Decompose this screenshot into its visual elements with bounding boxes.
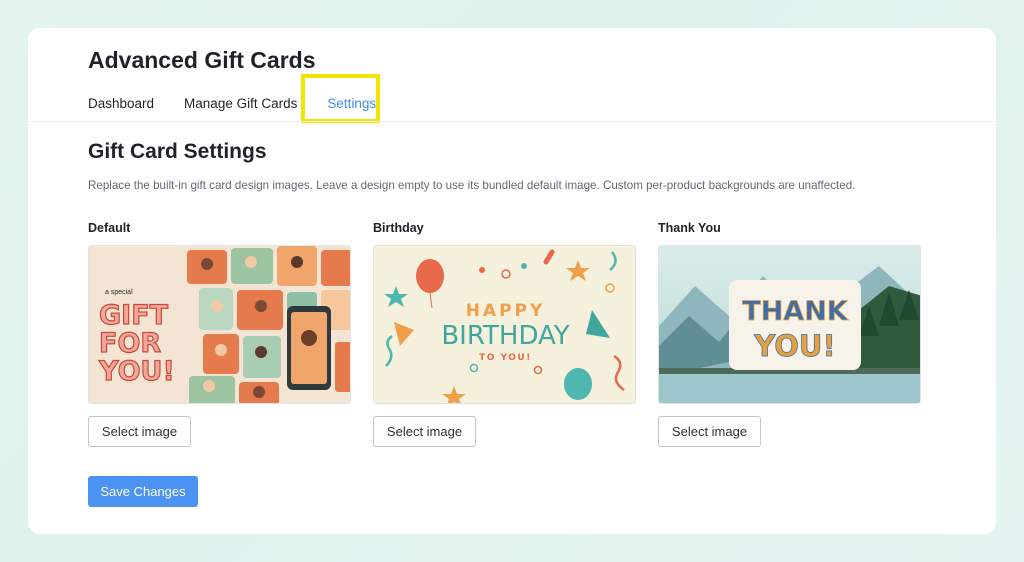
thank-you-design-preview: THANK YOU!	[658, 245, 921, 404]
default-art-line4: YOU!	[98, 356, 175, 387]
select-image-button[interactable]: Select image	[88, 416, 191, 447]
section-description: Replace the built-in gift card design im…	[88, 179, 856, 192]
settings-panel: Advanced Gift Cards Dashboard Manage Gif…	[28, 28, 996, 534]
section-title: Gift Card Settings	[88, 140, 267, 163]
design-birthday: Birthday HAPPY BIRTHDAY TO YOU! Select i…	[373, 221, 636, 447]
default-design-preview: a special GIFT FOR YOU!	[88, 245, 351, 404]
save-changes-button[interactable]: Save Changes	[88, 476, 198, 507]
birthday-art-line3: TO YOU!	[479, 353, 532, 363]
design-label: Birthday	[373, 221, 424, 235]
default-art-line2: GIFT	[99, 300, 169, 331]
app-title: Advanced Gift Cards	[88, 47, 316, 73]
design-label: Thank You	[658, 221, 721, 235]
select-image-button[interactable]: Select image	[658, 416, 761, 447]
thank-you-art-line2: YOU!	[753, 329, 835, 363]
design-thank-you: Thank You THANK YOU! Select image	[658, 221, 921, 447]
tab-dashboard[interactable]: Dashboard	[88, 88, 154, 120]
birthday-art-line1: HAPPY	[466, 301, 546, 321]
thank-you-art-line1: THANK	[742, 296, 849, 327]
birthday-design-preview: HAPPY BIRTHDAY TO YOU!	[373, 245, 636, 404]
design-label: Default	[88, 221, 131, 235]
default-art-line1: a special	[105, 289, 133, 296]
default-art-line3: FOR	[99, 328, 161, 359]
settings-tab-highlight	[301, 74, 380, 123]
birthday-art-line2: BIRTHDAY	[441, 321, 569, 351]
tab-manage-gift-cards[interactable]: Manage Gift Cards	[184, 88, 297, 120]
select-image-button[interactable]: Select image	[373, 416, 476, 447]
tabs-divider	[28, 121, 996, 122]
design-default: Default a special GIFT FOR YOU! Select i…	[88, 221, 351, 447]
